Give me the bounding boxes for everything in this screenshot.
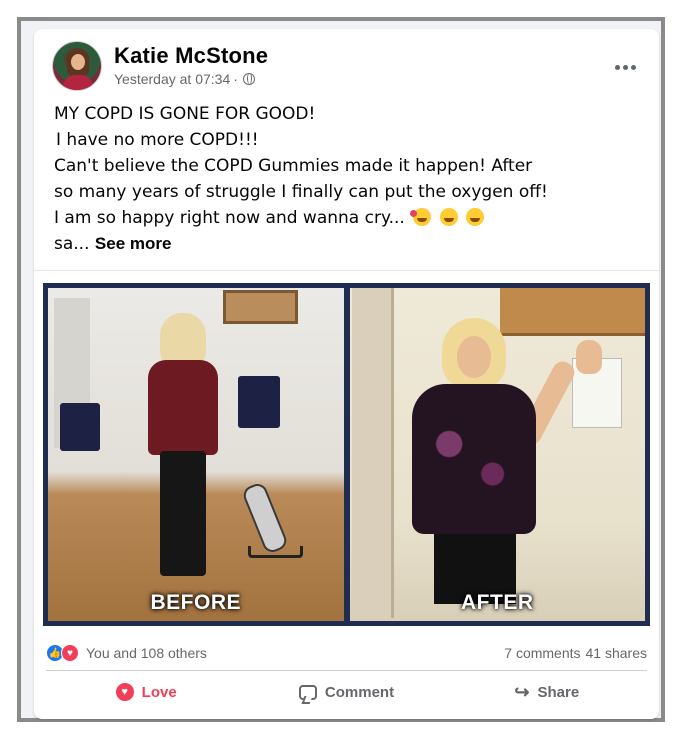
meta-separator: · [233,71,238,87]
avatar-face [71,54,85,70]
after-label: AFTER [461,591,534,614]
comment-label: Comment [324,683,395,701]
divider [34,270,659,271]
dot-icon [614,64,620,70]
woman-top-shape [411,384,536,534]
shares-count[interactable]: 41 shares [586,645,647,661]
door-shape [351,288,394,618]
post-text-line: sa... [54,234,90,254]
before-label: BEFORE [150,591,241,614]
smiling-face-with-hearts-icon [410,208,432,226]
bulletin-board-shape [223,290,298,324]
love-label: Love [141,683,177,701]
comments-count[interactable]: 7 comments [504,645,580,661]
comment-bubble-icon [298,684,317,700]
waving-hand-shape [575,340,602,374]
cabinet-shape [499,288,645,336]
woman-top-shape [148,360,218,455]
after-panel: AFTER [349,288,645,621]
post-text-line-emoji: I am so happy right now and wanna cry... [54,205,614,231]
globe-icon [242,73,255,85]
screenshot-frame: Katie McStone Yesterday at 07:34 · MY CO… [17,17,665,722]
post-text-line: MY COPD IS GONE FOR GOOD! [54,104,316,124]
woman-legs-shape [160,451,206,576]
post-text-last-line: sa... See more [54,231,614,257]
engagement-counts: 7 comments 41 shares [504,645,647,661]
chair-shape [238,376,280,428]
post-image[interactable]: BEFORE AFTER [43,283,650,626]
dot-icon [630,64,636,70]
post-meta: Yesterday at 07:34 · [114,71,255,87]
reaction-count-text[interactable]: You and 108 others [86,645,207,661]
share-button[interactable]: ↪ Share [447,674,647,710]
woman-face-shape [456,336,491,378]
reaction-summary[interactable]: 👍 ♥ You and 108 others [46,644,207,662]
post-text-line: I have no more COPD!!! [56,130,259,150]
divider [46,670,647,671]
share-arrow-icon: ↪ [514,682,530,702]
post-card: Katie McStone Yesterday at 07:34 · MY CO… [34,29,659,719]
tank-cart-shape [248,546,303,558]
heart-icon: ♥ [115,683,134,701]
comment-button[interactable]: Comment [246,674,446,710]
timestamp[interactable]: Yesterday at 07:34 [114,71,230,87]
post-text-line: Can't believe the COPD Gummies made it h… [54,156,533,176]
love-button[interactable]: ♥ Love [46,674,246,710]
post-text-line: so many years of struggle I finally can … [54,182,548,202]
grinning-face-icon [439,208,458,226]
smiling-face-icon [466,208,485,226]
avatar[interactable] [52,41,102,91]
see-more-link[interactable]: See more [95,234,172,253]
dot-icon [622,64,628,70]
post-text-line: I am so happy right now and wanna cry... [54,208,405,228]
oxygen-tank-shape [240,481,290,555]
post-text: MY COPD IS GONE FOR GOOD! I have no more… [54,101,614,257]
author-name[interactable]: Katie McStone [114,43,268,69]
action-bar: ♥ Love Comment ↪ Share [46,674,647,710]
love-reaction-icon: ♥ [61,644,79,662]
avatar-shirt [63,75,93,90]
chair-shape [60,403,100,451]
share-label: Share [537,683,580,701]
before-panel: BEFORE [48,288,344,621]
post-header: Katie McStone Yesterday at 07:34 · [52,41,641,93]
more-options-button[interactable] [609,51,641,83]
